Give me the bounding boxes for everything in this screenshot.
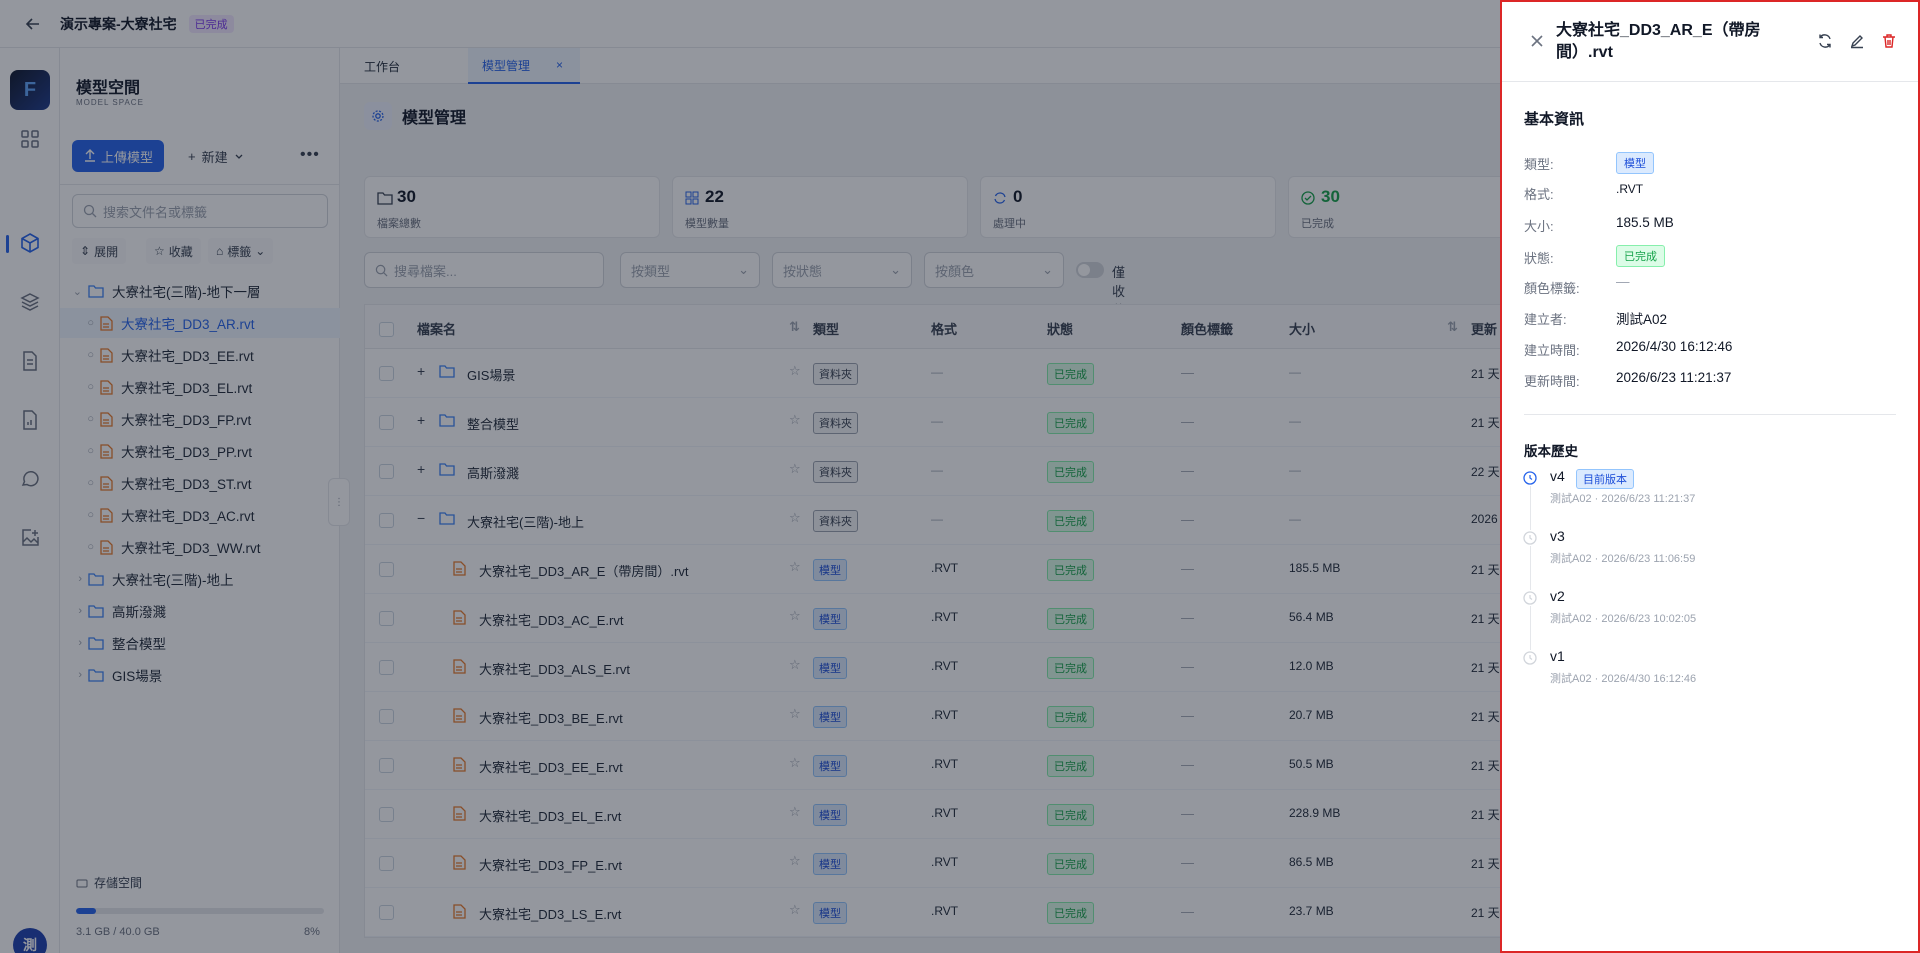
color-tag-value: — <box>1616 274 1630 289</box>
version-label[interactable]: v4 <box>1550 468 1565 484</box>
size-value: 185.5 MB <box>1616 215 1674 230</box>
file-detail-drawer: 大寮社宅_DD3_AR_E（帶房間）.rvt 基本資訊 類型: 模型 格式: .… <box>1500 0 1920 953</box>
timeline-line <box>1530 546 1531 590</box>
delete-icon[interactable] <box>1880 32 1898 50</box>
drawer-divider <box>1524 414 1896 415</box>
timeline-line <box>1530 486 1531 530</box>
clock-icon <box>1522 590 1538 606</box>
type-label: 類型: <box>1524 157 1554 172</box>
created-time-label: 建立時間: <box>1524 343 1580 358</box>
basic-info-title: 基本資訊 <box>1524 111 1585 128</box>
version-meta: 測試A02 · 2026/6/23 10:02:05 <box>1550 613 1697 625</box>
clock-icon <box>1522 530 1538 546</box>
version-meta: 測試A02 · 2026/6/23 11:06:59 <box>1550 553 1696 565</box>
version-history-title: 版本歷史 <box>1524 444 1578 459</box>
creator-label: 建立者: <box>1524 312 1567 327</box>
timeline-line <box>1530 606 1531 650</box>
edit-icon[interactable] <box>1848 32 1866 50</box>
version-label[interactable]: v3 <box>1550 528 1565 544</box>
status-label: 狀態: <box>1524 251 1554 266</box>
creator-value: 測試A02 <box>1616 312 1668 327</box>
color-tag-label: 顏色標籤: <box>1524 281 1580 296</box>
refresh-icon[interactable] <box>1816 32 1834 50</box>
format-label: 格式: <box>1524 187 1554 202</box>
format-value: .RVT <box>1616 182 1644 196</box>
status-badge: 已完成 <box>1616 245 1665 267</box>
version-label[interactable]: v2 <box>1550 588 1565 604</box>
version-meta: 測試A02 · 2026/6/23 11:21:37 <box>1550 493 1696 505</box>
type-badge: 模型 <box>1616 152 1654 174</box>
created-time-value: 2026/4/30 16:12:46 <box>1616 339 1733 354</box>
current-version-badge: 目前版本 <box>1576 469 1634 489</box>
updated-time-label: 更新時間: <box>1524 374 1580 389</box>
clock-icon <box>1522 650 1538 666</box>
size-label: 大小: <box>1524 219 1554 234</box>
version-label[interactable]: v1 <box>1550 648 1565 664</box>
version-meta: 測試A02 · 2026/4/30 16:12:46 <box>1550 673 1697 685</box>
close-icon[interactable] <box>1528 32 1546 50</box>
updated-time-value: 2026/6/23 11:21:37 <box>1616 370 1732 385</box>
clock-icon <box>1522 470 1538 486</box>
drawer-title: 大寮社宅_DD3_AR_E（帶房間）.rvt <box>1556 22 1761 61</box>
drawer-header: 大寮社宅_DD3_AR_E（帶房間）.rvt <box>1502 2 1918 82</box>
